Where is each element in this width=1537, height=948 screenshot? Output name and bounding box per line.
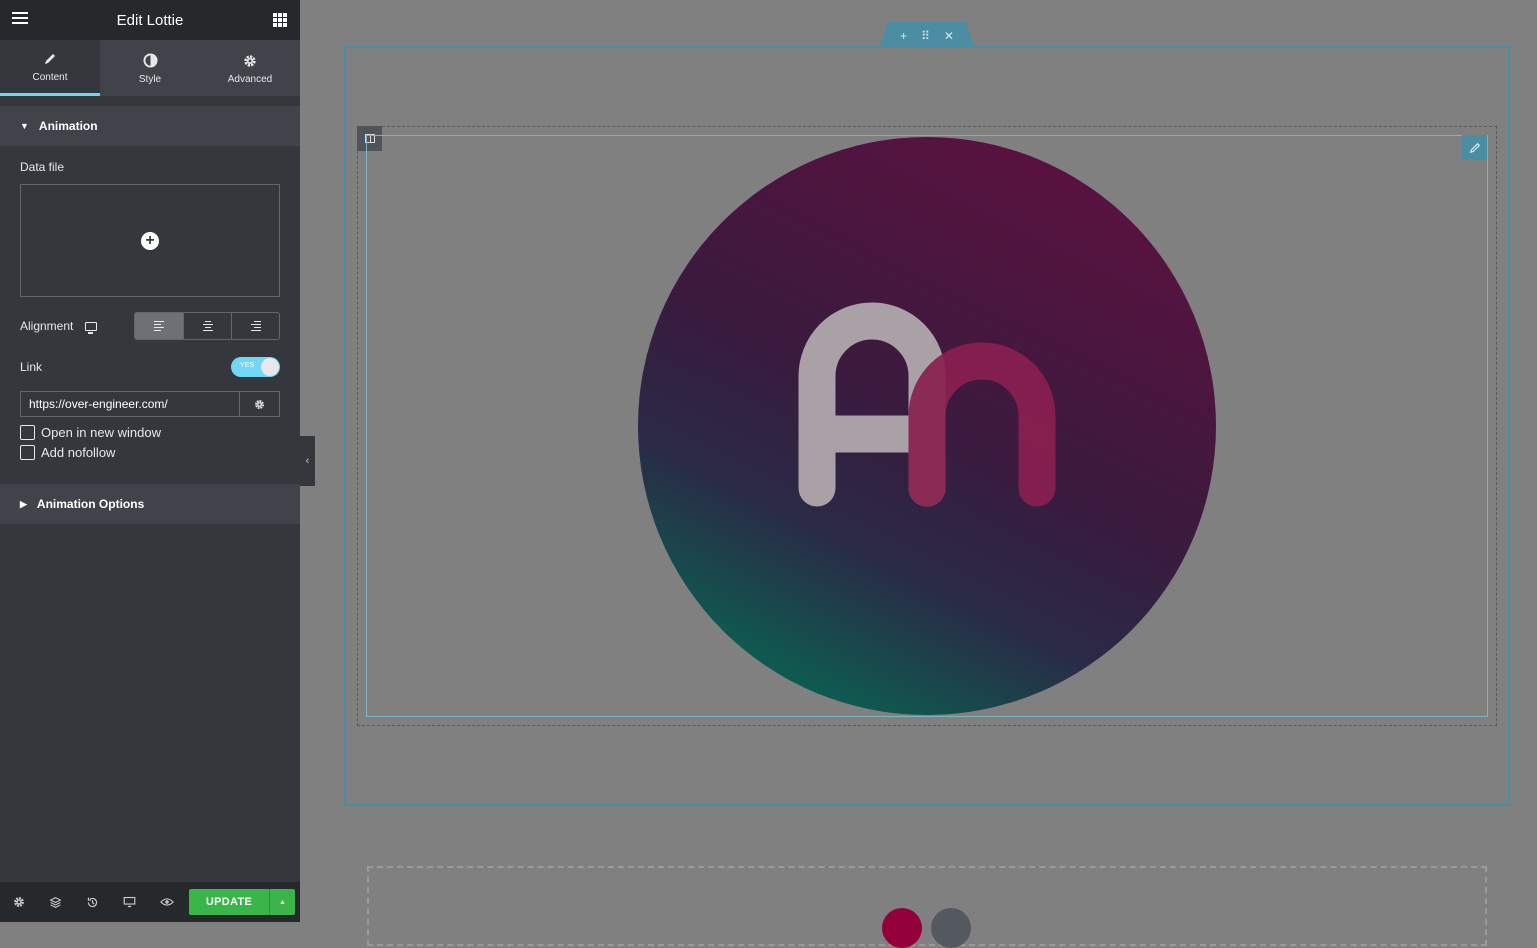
gear-icon [243,52,257,70]
panel-header: Edit Lottie [0,0,300,40]
animation-section: ▼ Animation Data file + Alignment Link Y… [0,106,300,474]
responsive-icon[interactable] [111,882,148,922]
panel-tabs: Content Style Advanced [0,40,300,96]
editor-panel: Edit Lottie Content Style Advanced ▼ Ani… [0,0,300,922]
alignment-choices [134,312,280,340]
preview-eye-icon[interactable] [148,882,185,922]
lottie-animation[interactable] [637,136,1217,716]
section-handle: + ⠿ ✕ [880,22,974,46]
panel-footer: UPDATE ▲ [0,882,300,922]
align-center-button[interactable] [183,313,231,339]
delete-section-close-icon[interactable]: ✕ [944,29,954,43]
align-left-icon [154,321,164,331]
panel-title: Edit Lottie [116,11,184,29]
settings-icon[interactable] [0,882,37,922]
open-new-window-label: Open in new window [41,425,161,440]
alignment-control: Alignment [0,297,300,340]
animation-options-section: ▶ Animation Options [0,474,300,524]
align-right-button[interactable] [231,313,279,339]
alignment-label: Alignment [20,319,74,333]
tab-content[interactable]: Content [0,40,100,96]
responsive-desktop-icon[interactable] [85,321,98,334]
caret-down-icon: ▼ [20,121,29,131]
add-section-button[interactable] [882,908,922,948]
lottie-logo-graphic [638,137,1216,715]
open-new-window-checkbox[interactable] [20,425,35,440]
hamburger-menu-icon[interactable] [12,12,28,26]
layers-icon[interactable] [37,882,74,922]
tab-style[interactable]: Style [100,40,200,96]
caret-right-icon: ▶ [20,498,27,509]
align-center-icon [202,321,213,331]
animation-options-title: Animation Options [36,497,145,511]
widgets-grid-icon[interactable] [273,13,287,27]
data-file-upload[interactable]: + [20,184,280,297]
pencil-icon [43,50,57,68]
add-nofollow-checkbox[interactable] [20,445,35,460]
add-nofollow-option[interactable]: Add nofollow [0,445,300,460]
align-right-icon [250,321,261,331]
tab-content-label: Content [32,72,68,83]
link-toggle-text: YES [240,362,255,369]
link-options-button[interactable] [240,391,280,417]
animation-section-title: Animation [38,119,98,133]
add-section-plus-icon[interactable]: + [900,29,907,43]
link-control: Link YES [0,340,300,380]
add-new-section-area[interactable] [367,866,1487,946]
edit-widget-pencil-icon[interactable] [1462,135,1487,160]
link-toggle[interactable]: YES [231,357,280,377]
tab-advanced[interactable]: Advanced [200,40,300,96]
animation-section-header[interactable]: ▼ Animation [0,106,300,146]
drag-section-icon[interactable]: ⠿ [921,29,930,43]
animation-options-header[interactable]: ▶ Animation Options [0,484,300,524]
contrast-icon [142,52,158,70]
align-left-button[interactable] [135,313,183,339]
toggle-knob [261,358,279,376]
link-label: Link [20,360,43,374]
add-template-button[interactable] [931,908,971,948]
link-options: Open in new window Add nofollow [0,425,300,474]
update-button[interactable]: UPDATE [189,889,269,915]
data-file-label: Data file [20,160,65,174]
gear-icon [255,399,264,409]
section-handle-icons: + ⠿ ✕ [880,22,974,46]
open-new-window-option[interactable]: Open in new window [0,425,300,440]
tab-advanced-label: Advanced [227,73,273,85]
add-nofollow-label: Add nofollow [41,445,116,460]
save-options-caret-icon[interactable]: ▲ [269,889,295,915]
collapse-panel-chevron-icon[interactable]: ‹ [300,436,315,486]
url-input[interactable] [20,391,240,417]
url-control [20,391,280,417]
history-icon[interactable] [74,882,111,922]
tab-style-label: Style [138,73,162,85]
add-circle-icon: + [141,231,159,250]
data-file-control: Data file + [0,146,300,297]
